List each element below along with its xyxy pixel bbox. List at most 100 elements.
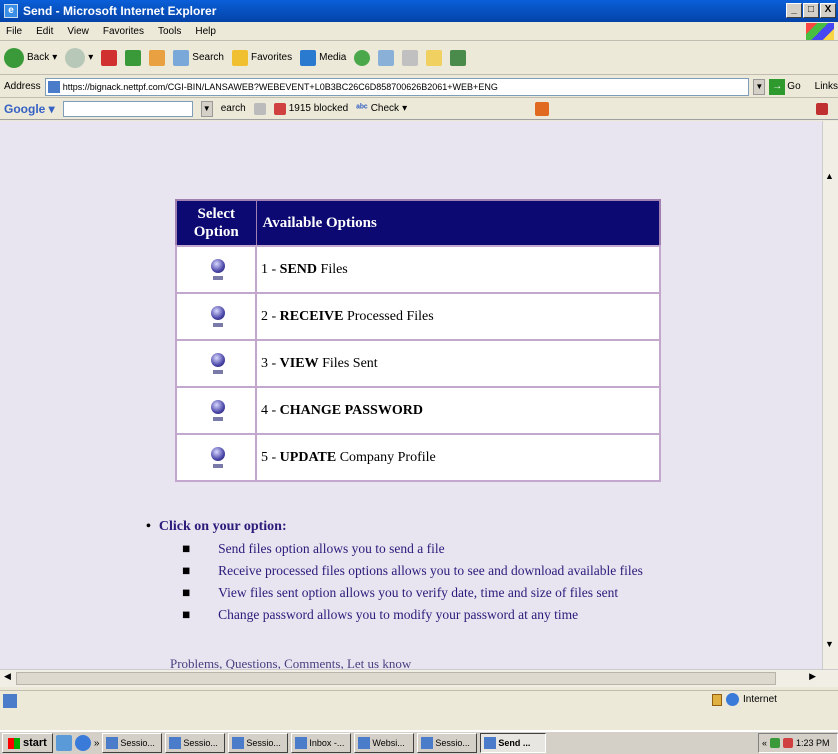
quicklaunch-desktop-icon[interactable]: [55, 735, 72, 751]
status-bar: Internet: [0, 690, 838, 710]
session-icon: [106, 737, 119, 749]
google-search-button[interactable]: earch: [221, 103, 246, 114]
stop-icon[interactable]: [101, 49, 118, 66]
title-bar: e Send - Microsoft Internet Explorer _ □…: [0, 0, 838, 22]
address-label: Address: [4, 81, 41, 92]
home-icon[interactable]: [149, 49, 166, 66]
page-status-icon: [3, 693, 17, 708]
footer-contact-text[interactable]: Problems, Questions, Comments, Let us kn…: [170, 656, 411, 669]
session-icon: [169, 737, 182, 749]
address-input[interactable]: https://bignack.nettpf.com/CGI-BIN/LANSA…: [44, 77, 750, 96]
forward-button[interactable]: ▾: [65, 47, 93, 68]
scroll-left-icon[interactable]: ◀: [4, 671, 11, 682]
menu-edit[interactable]: Edit: [36, 26, 53, 37]
mail-icon[interactable]: [378, 49, 395, 66]
history-icon[interactable]: [354, 49, 371, 66]
options-table: Select Option Available Options 1 - SEND…: [175, 199, 661, 482]
forward-arrow-icon: [65, 47, 86, 68]
option-4-label: 4 - CHANGE PASSWORD: [255, 386, 661, 435]
google-toolbar: Google ▾ ▼ earch 1915 blocked ᵃᵇᶜ Check …: [0, 98, 838, 120]
system-tray: « 1:23 PM: [758, 733, 838, 753]
menu-view[interactable]: View: [67, 26, 89, 37]
popup-blocker-button[interactable]: 1915 blocked: [273, 102, 348, 115]
scroll-down-icon[interactable]: ▼: [825, 639, 834, 649]
minimize-button[interactable]: _: [786, 3, 802, 18]
search-button[interactable]: Search: [173, 49, 224, 66]
windows-logo-icon: [806, 23, 834, 40]
list-item: ■ Receive processed files options allows …: [182, 563, 643, 578]
page-rank-icon[interactable]: [253, 102, 266, 115]
messenger-icon[interactable]: [450, 49, 467, 66]
select-option-1-icon[interactable]: [211, 259, 225, 280]
task-button[interactable]: Sessio...: [102, 733, 163, 753]
folder-icon[interactable]: [426, 49, 443, 66]
media-button[interactable]: Media: [300, 49, 346, 66]
google-dropdown-button[interactable]: ▼: [200, 100, 213, 117]
select-option-5-icon[interactable]: [211, 447, 225, 468]
instructions-list: ■ Send files option allows you to send a …: [182, 541, 643, 623]
table-row: 2 - RECEIVE Processed Files: [175, 292, 661, 341]
favorites-button[interactable]: Favorites: [231, 49, 292, 66]
select-option-3-icon[interactable]: [211, 353, 225, 374]
refresh-icon[interactable]: [125, 49, 142, 66]
spell-check-button[interactable]: ᵃᵇᶜ Check ▾: [356, 103, 407, 114]
tray-network-icon[interactable]: [770, 738, 781, 748]
links-button[interactable]: Links: [815, 81, 838, 92]
task-button-active[interactable]: Send ...: [480, 733, 547, 753]
start-button[interactable]: start: [2, 733, 53, 753]
close-button[interactable]: X: [820, 3, 836, 18]
table-row: 5 - UPDATE Company Profile: [175, 433, 661, 482]
menu-file[interactable]: File: [6, 26, 22, 37]
print-icon[interactable]: [402, 49, 419, 66]
scroll-up-icon[interactable]: ▲: [825, 171, 834, 181]
go-button[interactable]: → Go: [769, 78, 801, 95]
browser-window: e Send - Microsoft Internet Explorer _ □…: [0, 0, 838, 754]
window-title: Send - Microsoft Internet Explorer: [23, 4, 217, 18]
select-option-4-icon[interactable]: [211, 400, 225, 421]
menu-favorites[interactable]: Favorites: [103, 26, 144, 37]
back-button[interactable]: Back ▾: [4, 47, 57, 68]
inbox-icon: [295, 737, 308, 749]
horizontal-scrollbar[interactable]: ◀ ▶: [0, 669, 838, 687]
security-zone: Internet: [712, 693, 777, 706]
internet-zone-icon: [726, 693, 739, 706]
zone-label: Internet: [743, 694, 777, 705]
ie-icon: [484, 737, 497, 749]
tray-expand-icon[interactable]: «: [762, 738, 767, 748]
task-button[interactable]: Inbox -...: [291, 733, 352, 753]
bullet-icon: •: [146, 519, 151, 534]
address-bar: Address https://bignack.nettpf.com/CGI-B…: [0, 76, 838, 98]
task-button[interactable]: Websi...: [354, 733, 415, 753]
ie-icon: e: [4, 4, 18, 18]
clock[interactable]: 1:23 PM: [796, 738, 830, 748]
task-button[interactable]: Sessio...: [417, 733, 478, 753]
col-available-options: Available Options: [255, 199, 661, 247]
quicklaunch-ie-icon[interactable]: [74, 735, 91, 751]
option-5-label: 5 - UPDATE Company Profile: [255, 433, 661, 482]
option-2-label: 2 - RECEIVE Processed Files: [255, 292, 661, 341]
tray-security-icon[interactable]: [783, 738, 794, 748]
address-dropdown-button[interactable]: ▼: [753, 78, 766, 95]
address-url: https://bignack.nettpf.com/CGI-BIN/LANSA…: [62, 81, 498, 92]
vertical-scrollbar[interactable]: ▲ ▼: [822, 121, 838, 669]
extensions-icon[interactable]: [816, 102, 828, 115]
task-button[interactable]: Sessio...: [165, 733, 226, 753]
media-icon: [300, 49, 317, 66]
instructions-heading: Click on your option:: [158, 519, 287, 534]
scroll-right-icon[interactable]: ▶: [809, 671, 816, 682]
quicklaunch-more-icon[interactable]: »: [94, 738, 100, 749]
menu-tools[interactable]: Tools: [158, 26, 181, 37]
menu-help[interactable]: Help: [195, 26, 216, 37]
back-arrow-icon: [4, 47, 24, 68]
table-row: 4 - CHANGE PASSWORD: [175, 386, 661, 435]
lock-icon: [712, 693, 722, 706]
select-option-2-icon[interactable]: [211, 306, 225, 327]
options-icon[interactable]: [535, 101, 550, 116]
google-search-input[interactable]: [62, 100, 193, 117]
search-icon: [173, 49, 190, 66]
google-logo[interactable]: Google ▾: [4, 102, 55, 116]
maximize-button[interactable]: □: [803, 3, 819, 18]
horizontal-scroll-thumb[interactable]: [16, 672, 776, 685]
task-button[interactable]: Sessio...: [228, 733, 289, 753]
go-arrow-icon: →: [769, 78, 786, 95]
